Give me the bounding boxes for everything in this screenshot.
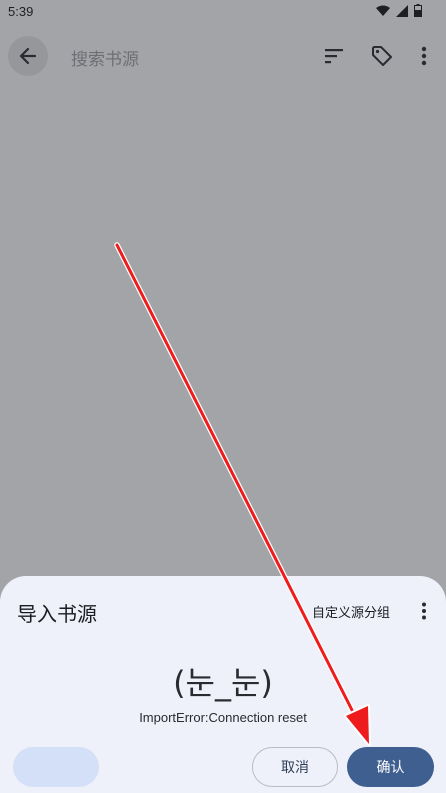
custom-group-button[interactable]: 自定义源分组 (312, 602, 390, 621)
sort-icon (325, 49, 343, 64)
cancel-button[interactable]: 取消 (252, 747, 338, 787)
more-vert-icon (422, 602, 426, 620)
status-bar: 5:39 (0, 0, 446, 24)
select-all-button[interactable] (13, 747, 99, 787)
sort-button[interactable] (320, 42, 348, 70)
sheet-title: 导入书源 (17, 602, 97, 626)
back-button[interactable] (8, 36, 48, 76)
signal-icon (396, 4, 408, 17)
search-input[interactable]: 搜索书源 (71, 45, 139, 70)
more-options-button[interactable] (410, 42, 438, 70)
tag-icon (372, 46, 392, 66)
import-source-sheet: 导入书源 自定义源分组 (눈_눈) ImportError:Connection… (0, 576, 446, 793)
confirm-button[interactable]: 确认 (347, 747, 434, 787)
error-message: ImportError:Connection reset (139, 710, 307, 725)
more-vert-icon (421, 46, 427, 66)
status-time: 5:39 (8, 4, 34, 19)
arrow-back-icon (19, 47, 37, 65)
group-button[interactable] (368, 42, 396, 70)
sheet-more-button[interactable] (414, 600, 434, 622)
wifi-icon (376, 5, 390, 16)
battery-icon (414, 4, 422, 17)
top-app-bar: 搜索书源 (0, 30, 446, 82)
empty-state-emoticon: (눈_눈) (173, 664, 273, 702)
status-icons (376, 4, 422, 17)
